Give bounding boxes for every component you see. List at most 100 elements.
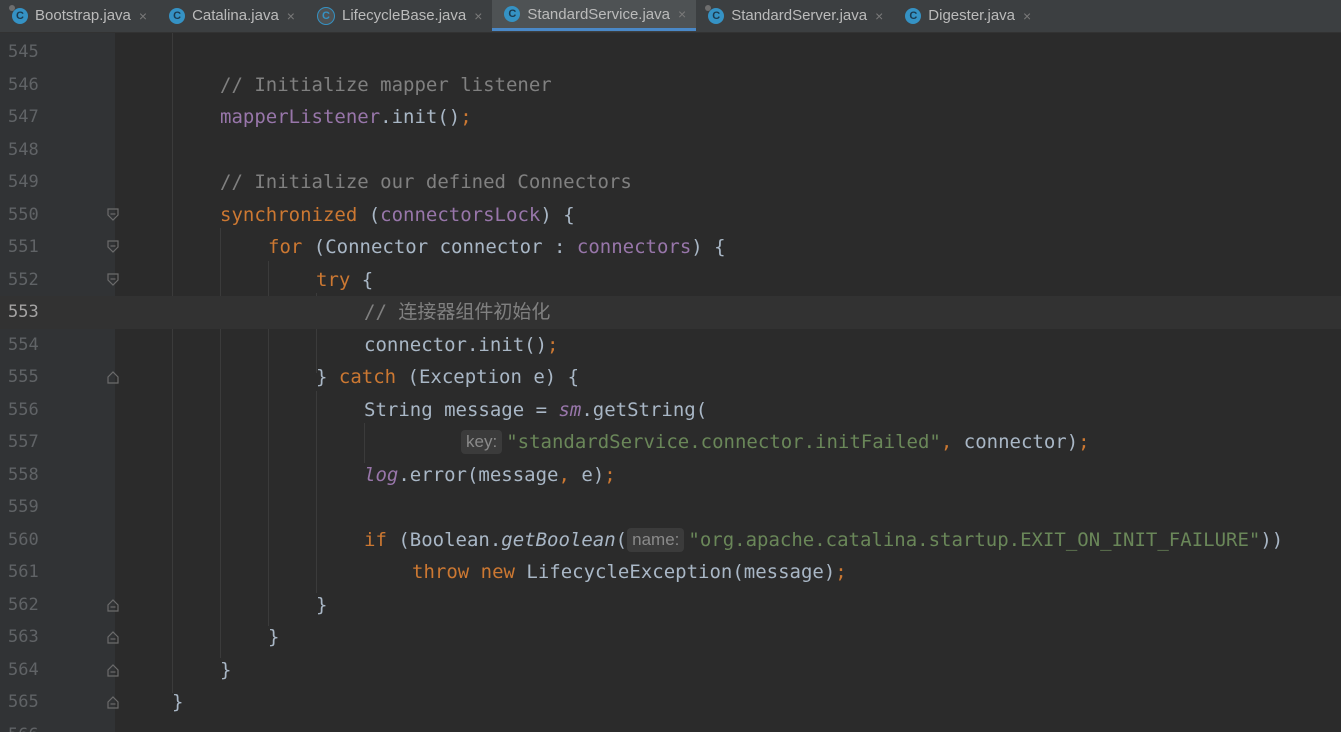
- code-token: LifecycleException(message): [514, 561, 836, 583]
- tab-lifecyclebase-java[interactable]: C LifecycleBase.java ×: [305, 0, 492, 31]
- line-number: 560: [8, 529, 39, 550]
- code-text: throw new LifecycleException(message);: [412, 556, 847, 589]
- code-text: // Initialize mapper listener: [220, 69, 552, 102]
- keyword-token: if: [364, 528, 387, 551]
- code-token: e): [569, 463, 605, 486]
- code-line: 565 }: [0, 686, 1341, 719]
- code-token: (Connector connector :: [302, 236, 577, 258]
- code-line: 559: [0, 491, 1341, 524]
- fold-end-icon[interactable]: [107, 598, 119, 612]
- code-token: connector.init(): [364, 333, 548, 356]
- code-line: 552 try {: [0, 264, 1341, 297]
- code-line: 555 } catch (Exception e) {: [0, 361, 1341, 394]
- code-token: }: [220, 658, 232, 681]
- code-token: (: [615, 528, 628, 551]
- editor-tab-bar: C Bootstrap.java × C Catalina.java × C L…: [0, 0, 1341, 33]
- code-line: 556 String message = sm.getString(: [0, 394, 1341, 427]
- fold-end-icon[interactable]: [107, 663, 119, 677]
- java-class-icon: C: [9, 4, 28, 24]
- code-token: .init(): [380, 106, 461, 128]
- tab-label: Digester.java: [928, 7, 1016, 24]
- code-line: 561 throw new LifecycleException(message…: [0, 556, 1341, 589]
- tab-label: LifecycleBase.java: [341, 7, 467, 24]
- code-line: 563 }: [0, 621, 1341, 654]
- keyword-token: synchronized: [220, 203, 358, 226]
- code-line: 554 connector.init();: [0, 329, 1341, 362]
- code-text: mapperListener.init();: [220, 101, 472, 134]
- code-line: 547 mapperListener.init();: [0, 101, 1341, 134]
- tab-label: StandardService.java: [527, 5, 670, 23]
- tab-label: Bootstrap.java: [35, 7, 131, 24]
- code-line: 557 key: "standardService.connector.initF…: [0, 426, 1341, 459]
- tab-digester-java[interactable]: C Digester.java ×: [893, 0, 1041, 31]
- line-number: 550: [8, 204, 39, 225]
- close-icon[interactable]: ×: [875, 8, 883, 24]
- code-token: String message =: [364, 398, 559, 421]
- close-icon[interactable]: ×: [287, 8, 295, 24]
- comma-token: ,: [558, 463, 570, 486]
- code-text: connector.init();: [364, 329, 558, 362]
- code-text: try {: [316, 264, 373, 297]
- code-token: {: [350, 268, 374, 291]
- tab-label: Catalina.java: [192, 7, 279, 24]
- close-icon[interactable]: ×: [1023, 8, 1031, 24]
- tab-standardservice-java[interactable]: C StandardService.java ×: [492, 0, 697, 31]
- abstract-class-icon: C: [316, 6, 335, 25]
- code-token: }: [172, 691, 184, 713]
- code-text: }: [172, 686, 183, 719]
- current-code-line: 553 // 连接器组件初始化: [0, 296, 1341, 329]
- semicolon-token: ;: [835, 561, 847, 583]
- code-text: // Initialize our defined Connectors: [220, 166, 632, 199]
- fold-end-icon[interactable]: [107, 370, 119, 384]
- line-number: 553: [8, 302, 39, 322]
- line-number: 557: [8, 432, 39, 452]
- code-line: 562 }: [0, 589, 1341, 622]
- static-field-token: sm: [558, 398, 582, 421]
- code-text: if (Boolean.getBoolean(name: "org.apache.…: [364, 524, 1283, 557]
- comment-token: // Initialize mapper listener: [220, 73, 552, 96]
- line-number: 555: [8, 367, 39, 387]
- close-icon[interactable]: ×: [139, 8, 147, 24]
- comma-token: ,: [940, 431, 953, 453]
- line-number: 558: [8, 464, 39, 485]
- keyword-token: new: [480, 561, 515, 583]
- code-token: ) {: [691, 236, 726, 258]
- code-token: (Exception e) {: [396, 366, 580, 388]
- code-token: .getString(: [581, 398, 708, 421]
- static-field-token: log: [364, 463, 399, 486]
- close-icon[interactable]: ×: [474, 8, 482, 24]
- fold-icon[interactable]: [107, 207, 119, 222]
- tab-label: StandardServer.java: [731, 7, 868, 24]
- string-token: "standardService.connector.initFailed": [506, 431, 941, 453]
- fold-end-icon[interactable]: [107, 695, 119, 709]
- code-text: // 连接器组件初始化: [364, 296, 550, 329]
- comment-token: // Initialize our defined Connectors: [220, 171, 632, 193]
- fold-icon[interactable]: [107, 272, 119, 287]
- keyword-token: for: [268, 236, 303, 258]
- tab-catalina-java[interactable]: C Catalina.java ×: [157, 0, 305, 31]
- java-class-icon: C: [905, 7, 922, 24]
- code-line: 560 if (Boolean.getBoolean(name: "org.apa…: [0, 524, 1341, 557]
- code-token: (: [357, 203, 381, 226]
- tab-bootstrap-java[interactable]: C Bootstrap.java ×: [0, 0, 157, 31]
- fold-end-icon[interactable]: [107, 630, 119, 644]
- code-editor[interactable]: 545 546 // Initialize mapper listener 54…: [0, 33, 1341, 732]
- fold-icon[interactable]: [107, 240, 119, 254]
- line-number: 566: [8, 719, 48, 732]
- parameter-hint: key:: [461, 430, 503, 454]
- java-class-icon: C: [169, 7, 186, 24]
- code-line: 566: [0, 719, 1341, 732]
- close-icon[interactable]: ×: [678, 6, 686, 22]
- semicolon-token: ;: [547, 333, 559, 356]
- code-line: 549 // Initialize our defined Connectors: [0, 166, 1341, 199]
- code-line: 558 log.error(message, e);: [0, 459, 1341, 492]
- code-token: }: [268, 626, 280, 648]
- line-number: 545: [8, 42, 39, 62]
- code-token: ) {: [540, 203, 575, 226]
- code-token: .error(message: [398, 463, 559, 486]
- line-number: 551: [8, 237, 39, 257]
- code-line: 546 // Initialize mapper listener: [0, 69, 1341, 102]
- parameter-hint: name:: [627, 527, 685, 552]
- tab-standardserver-java[interactable]: C StandardServer.java ×: [696, 0, 893, 31]
